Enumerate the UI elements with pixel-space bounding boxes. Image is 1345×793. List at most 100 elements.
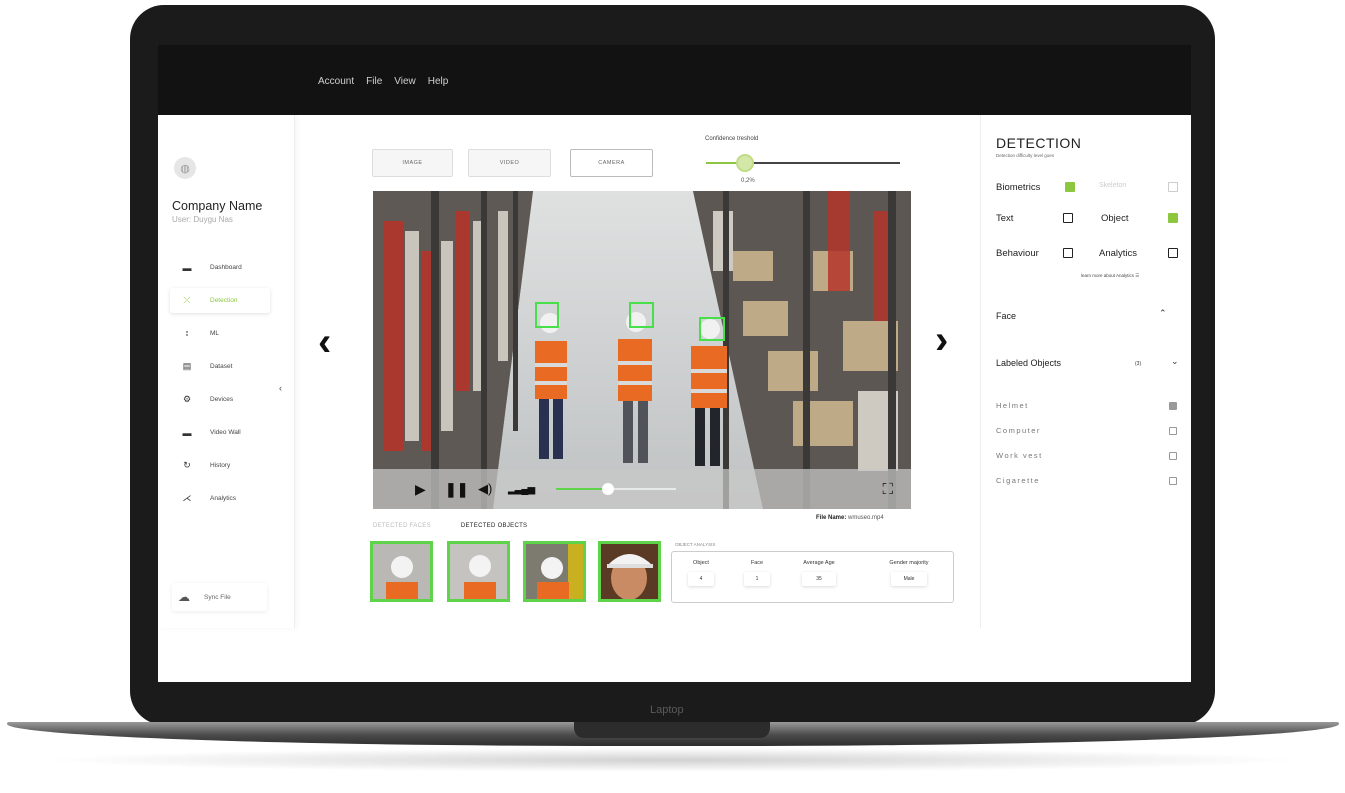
- option-text-label: Text: [996, 213, 1014, 224]
- labeled-work-vest-checkbox[interactable]: [1169, 452, 1177, 460]
- option-behaviour-checkbox[interactable]: [1063, 248, 1073, 258]
- sidebar-item-devices[interactable]: ⚙ Devices: [170, 387, 270, 412]
- confidence-title: Confidence treshold: [705, 136, 759, 142]
- labeled-computer-checkbox[interactable]: [1169, 427, 1177, 435]
- video-progress-bar[interactable]: [556, 483, 676, 495]
- stat-gender-majority: Gender majority Male: [870, 560, 948, 586]
- option-biometrics-label: Biometrics: [996, 182, 1041, 193]
- app-menu-bar: [158, 45, 1191, 115]
- option-analytics-label: Analytics: [1099, 248, 1138, 259]
- chevron-up-icon[interactable]: ⌃: [1159, 308, 1167, 319]
- stat-value: 4: [688, 572, 714, 586]
- tab-detected-faces[interactable]: DETECTED FACES: [373, 523, 431, 529]
- confidence-slider[interactable]: [706, 154, 900, 172]
- detected-face-thumbnail[interactable]: [598, 541, 661, 602]
- learn-more-link[interactable]: learn more about Analytics ☰: [1081, 273, 1139, 279]
- stat-label: Average Age: [803, 560, 835, 566]
- file-name: File Name: wmuseo.mp4: [816, 515, 884, 521]
- next-arrow-icon[interactable]: ›: [935, 320, 948, 360]
- sidebar-item-label: Devices: [210, 396, 234, 403]
- option-skeleton-checkbox[interactable]: [1168, 182, 1178, 192]
- detected-object-thumbnail[interactable]: [447, 541, 510, 602]
- dataset-icon: ▤: [182, 361, 192, 371]
- detection-title: DETECTION: [996, 135, 1082, 151]
- sidebar-item-video-wall[interactable]: ▬ Video Wall: [170, 420, 270, 445]
- sidebar-item-dataset[interactable]: ▤ Dataset: [170, 354, 270, 379]
- detected-object-thumbnail[interactable]: [523, 541, 586, 602]
- stat-label: Gender majority: [889, 560, 929, 566]
- sidebar-item-detection[interactable]: ⤫ Detection: [170, 288, 270, 313]
- video-progress-knob[interactable]: [601, 483, 614, 495]
- laptop-shadow: [40, 748, 1305, 772]
- analytics-icon: ⋌: [182, 493, 192, 503]
- file-name-label: File Name:: [816, 515, 847, 521]
- image-mode-button[interactable]: IMAGE: [372, 149, 453, 177]
- stat-label: Object: [693, 560, 709, 566]
- detection-panel: DETECTION Detection difficulty level goe…: [980, 115, 1191, 628]
- option-biometrics-checkbox[interactable]: [1065, 182, 1075, 192]
- sidebar-item-label: Dashboard: [210, 264, 242, 271]
- user-name: User: Duygu Nas: [172, 215, 233, 224]
- volume-icon[interactable]: ◀): [478, 481, 492, 497]
- labeled-helmet-checkbox[interactable]: [1169, 402, 1177, 410]
- labeled-objects-title: Labeled Objects: [996, 358, 1062, 368]
- menu-file[interactable]: File: [366, 76, 382, 87]
- sidebar: ◍ Company Name User: Duygu Nas ▬ Dashboar…: [158, 115, 295, 628]
- option-object-checkbox[interactable]: [1168, 213, 1178, 223]
- stat-value: 35: [802, 572, 836, 586]
- stat-average-age: Average Age 35: [790, 560, 848, 586]
- tab-detected-objects[interactable]: DETECTED OBJECTS: [461, 523, 527, 529]
- object-analysis-panel: Object 4 Face 1 Average Age 35 Gender ma…: [671, 551, 954, 603]
- sidebar-item-ml[interactable]: ⦂ ML: [170, 321, 270, 346]
- result-tabs: DETECTED FACES DETECTED OBJECTS: [373, 523, 527, 529]
- dashboard-icon: ▬: [182, 262, 192, 273]
- play-icon[interactable]: ▶: [415, 481, 426, 498]
- option-text-checkbox[interactable]: [1063, 213, 1073, 223]
- video-progress-fill: [556, 488, 608, 490]
- video-player[interactable]: ▶ ❚❚ ◀) ▂▃▄▅ ⛶: [373, 191, 911, 509]
- sidebar-item-label: Analytics: [210, 495, 237, 502]
- sync-file-button[interactable]: ☁ Sync File: [172, 583, 267, 611]
- file-name-value: wmuseo.mp4: [848, 515, 884, 521]
- ml-icon: ⦂: [185, 328, 189, 338]
- detected-object-thumbnail[interactable]: [370, 541, 433, 602]
- sidebar-item-analytics[interactable]: ⋌ Analytics: [170, 486, 270, 511]
- sidebar-item-label: Video Wall: [210, 429, 241, 436]
- sidebar-item-label: History: [210, 462, 231, 469]
- avatar[interactable]: ◍: [174, 157, 196, 179]
- labeled-cigarette-checkbox[interactable]: [1169, 477, 1177, 485]
- stats-caption: OBJECT ANALYSIS: [675, 542, 716, 547]
- warehouse-video-frame: [373, 191, 911, 509]
- menu-account[interactable]: Account: [318, 76, 354, 87]
- labeled-item-work-vest: Work vest: [996, 451, 1043, 460]
- menu-help[interactable]: Help: [428, 76, 449, 87]
- sidebar-item-history[interactable]: ↻ History: [170, 453, 270, 478]
- chevron-down-icon[interactable]: ⌄: [1171, 356, 1179, 367]
- stat-label: Face: [750, 560, 764, 566]
- option-analytics-checkbox[interactable]: [1168, 248, 1178, 258]
- labeled-objects-count: (3): [1135, 361, 1142, 367]
- sidebar-item-dashboard[interactable]: ▬ Dashboard: [170, 255, 270, 280]
- option-behaviour-label: Behaviour: [996, 248, 1039, 259]
- slider-knob[interactable]: [735, 154, 754, 172]
- company-name: Company Name: [172, 199, 263, 213]
- fullscreen-icon[interactable]: ⛶: [882, 481, 893, 498]
- sidebar-item-label: Detection: [210, 297, 238, 304]
- collapse-sidebar-icon[interactable]: ‹: [279, 383, 282, 393]
- sidebar-item-label: ML: [210, 330, 220, 337]
- cloud-icon: ☁: [178, 590, 190, 604]
- pause-icon[interactable]: ❚❚: [445, 481, 468, 498]
- video-mode-button[interactable]: VIDEO: [468, 149, 551, 177]
- menu-view[interactable]: View: [394, 76, 416, 87]
- sync-file-label: Sync File: [204, 593, 231, 601]
- laptop-brand-label: Laptop: [650, 704, 684, 716]
- detection-icon: ⤫: [183, 295, 191, 305]
- previous-arrow-icon[interactable]: ‹: [318, 322, 331, 362]
- stat-value: 1: [744, 572, 770, 586]
- stat-object: Object 4: [686, 560, 716, 586]
- volume-level-icon[interactable]: ▂▃▄▅: [508, 484, 535, 495]
- learn-more-label: learn more about Analytics: [1081, 273, 1135, 278]
- stat-value: Male: [891, 572, 927, 586]
- camera-mode-button[interactable]: CAMERA: [570, 149, 653, 177]
- detection-subtitle: Detection difficulty level goes: [996, 153, 1054, 158]
